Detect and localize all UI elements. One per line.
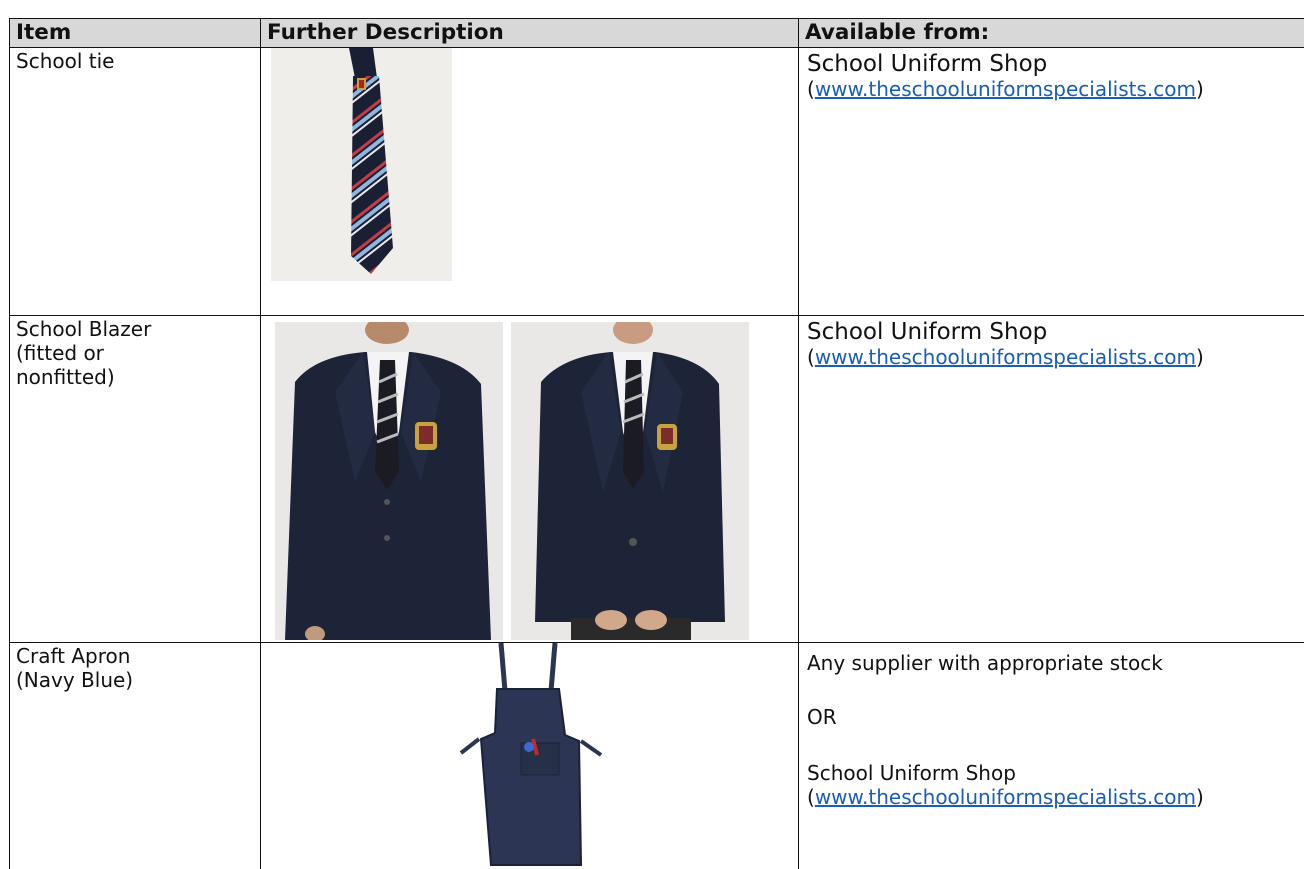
supplier-name: Any supplier with appropriate stock <box>807 651 1163 675</box>
blazer-photo-boy <box>275 322 503 640</box>
header-description: Further Description <box>260 18 799 48</box>
paren-close: ) <box>1195 345 1204 369</box>
table-row: School Blazer (fitted or nonfitted) Scho… <box>9 315 1304 643</box>
description-cell <box>260 315 799 643</box>
supplier-link[interactable]: www.theschooluniformspecialists.com <box>815 77 1196 101</box>
available-cell: Any supplier with appropriate stock OR S… <box>798 642 1304 869</box>
table-row: Craft Apron (Navy Blue) Any supplier wit… <box>9 642 1304 869</box>
table-row: School tie School Uniform Shop (www.thes… <box>9 47 1304 316</box>
paren-open: ( <box>807 345 815 369</box>
item-cell: Craft Apron (Navy Blue) <box>9 642 261 869</box>
description-cell <box>260 47 799 316</box>
item-cell: School Blazer (fitted or nonfitted) <box>9 315 261 643</box>
paren-open: ( <box>807 785 815 809</box>
paren-close: ) <box>1195 77 1204 101</box>
header-available: Available from: <box>798 18 1304 48</box>
tie-photo <box>271 48 452 281</box>
item-cell: School tie <box>9 47 261 316</box>
supplier-link[interactable]: www.theschooluniformspecialists.com <box>815 785 1196 809</box>
or-text: OR <box>807 705 837 729</box>
supplier-link[interactable]: www.theschooluniformspecialists.com <box>815 345 1196 369</box>
blazer-photo-girl <box>511 322 749 640</box>
header-row: Item Further Description Available from: <box>9 18 1304 48</box>
supplier-name-alt: School Uniform Shop <box>807 761 1016 785</box>
apron-photo <box>451 643 621 869</box>
description-cell <box>260 642 799 869</box>
supplier-name: School Uniform Shop <box>807 319 1048 345</box>
supplier-name: School Uniform Shop <box>807 51 1048 77</box>
header-item: Item <box>9 18 261 48</box>
available-cell: School Uniform Shop (www.theschoolunifor… <box>798 315 1304 643</box>
paren-close: ) <box>1195 785 1204 809</box>
uniform-table: Item Further Description Available from:… <box>9 18 1304 869</box>
available-cell: School Uniform Shop (www.theschoolunifor… <box>798 47 1304 316</box>
paren-open: ( <box>807 77 815 101</box>
